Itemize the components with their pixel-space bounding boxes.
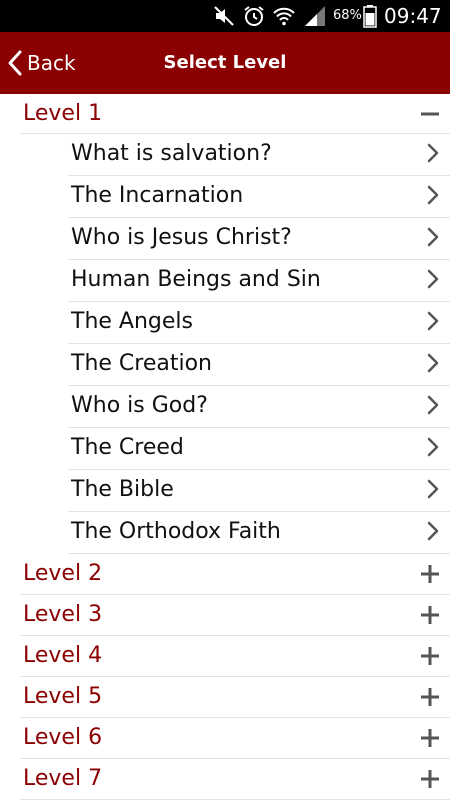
topic-item[interactable]: What is salvation? — [68, 134, 450, 176]
wifi-icon — [273, 7, 295, 26]
chevron-right-icon — [427, 353, 439, 373]
battery-icon — [363, 5, 377, 28]
chevron-right-icon — [427, 311, 439, 331]
minus-icon — [421, 112, 439, 116]
topic-label: The Creation — [71, 351, 212, 376]
plus-icon — [421, 565, 439, 583]
alarm-icon — [244, 6, 264, 26]
app-bar: Back Select Level — [0, 32, 450, 94]
page-title: Select Level — [163, 52, 287, 73]
topic-item[interactable]: The Angels — [68, 302, 450, 344]
level-label: Level 1 — [23, 101, 103, 126]
status-bar: 68% 09:47 — [0, 0, 450, 32]
level-label: Level 2 — [23, 561, 103, 586]
topic-item[interactable]: The Bible — [68, 470, 450, 512]
level-header-7[interactable]: Level 7 — [20, 759, 450, 800]
level-label: Level 4 — [23, 643, 103, 668]
topic-item[interactable]: The Creation — [68, 344, 450, 386]
topic-item[interactable]: Who is Jesus Christ? — [68, 218, 450, 260]
plus-icon — [421, 606, 439, 624]
level-list: Level 1 What is salvation? The Incarnati… — [0, 94, 450, 800]
level-header-2[interactable]: Level 2 — [20, 554, 450, 595]
chevron-right-icon — [427, 479, 439, 499]
level-label: Level 7 — [23, 766, 103, 791]
topic-item[interactable]: Human Beings and Sin — [68, 260, 450, 302]
chevron-right-icon — [427, 143, 439, 163]
topic-label: The Creed — [71, 435, 184, 460]
topic-item[interactable]: Who is God? — [68, 386, 450, 428]
topic-label: Who is Jesus Christ? — [71, 225, 292, 250]
chevron-right-icon — [427, 269, 439, 289]
chevron-right-icon — [427, 227, 439, 247]
chevron-right-icon — [427, 521, 439, 541]
chevron-right-icon — [427, 437, 439, 457]
level-label: Level 5 — [23, 684, 103, 709]
topic-label: The Orthodox Faith — [71, 519, 281, 544]
topic-label: The Incarnation — [71, 183, 244, 208]
battery-percent: 68% — [333, 8, 362, 23]
topic-label: The Angels — [71, 309, 193, 334]
plus-icon — [421, 729, 439, 747]
signal-icon — [305, 6, 325, 26]
level-header-5[interactable]: Level 5 — [20, 677, 450, 718]
level-label: Level 3 — [23, 602, 103, 627]
plus-icon — [421, 688, 439, 706]
plus-icon — [421, 770, 439, 788]
topic-label: Human Beings and Sin — [71, 267, 321, 292]
topic-item[interactable]: The Incarnation — [68, 176, 450, 218]
topic-item[interactable]: The Orthodox Faith — [68, 512, 450, 554]
level-header-3[interactable]: Level 3 — [20, 595, 450, 636]
topic-label: What is salvation? — [71, 141, 272, 166]
plus-icon — [421, 647, 439, 665]
level-header-4[interactable]: Level 4 — [20, 636, 450, 677]
level-header-1[interactable]: Level 1 — [20, 94, 450, 134]
mute-icon — [214, 6, 234, 26]
chevron-right-icon — [427, 395, 439, 415]
topic-label: The Bible — [71, 477, 174, 502]
level-label: Level 6 — [23, 725, 103, 750]
level-header-6[interactable]: Level 6 — [20, 718, 450, 759]
clock: 09:47 — [384, 4, 442, 28]
chevron-right-icon — [427, 185, 439, 205]
topic-item[interactable]: The Creed — [68, 428, 450, 470]
topic-label: Who is God? — [71, 393, 208, 418]
